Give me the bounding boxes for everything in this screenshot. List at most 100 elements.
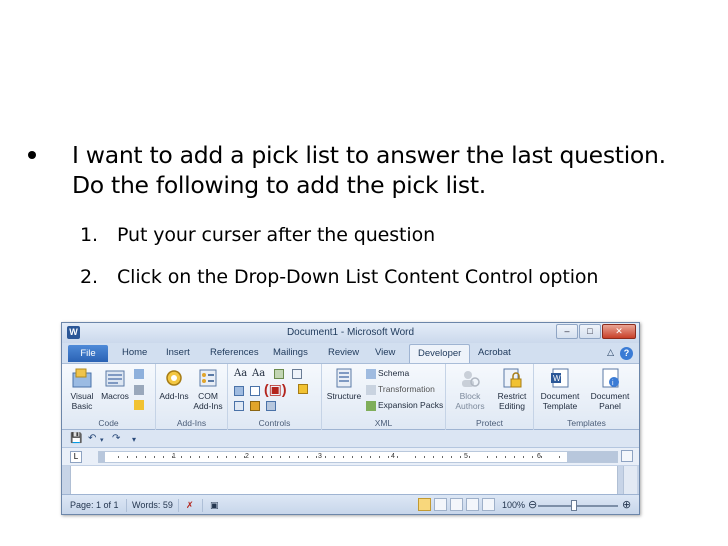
macros-icon (105, 370, 125, 387)
group-controls: Aa Aa (▣) Controls (228, 364, 322, 430)
quick-access-toolbar: 💾 ↶ ▾ ↷ ▾ (62, 430, 639, 448)
document-template-button[interactable]: W Document Template (536, 367, 584, 411)
help-icon[interactable]: ? (620, 347, 633, 360)
ruler-left-margin (99, 452, 105, 462)
tab-acrobat[interactable]: Acrobat (478, 347, 511, 358)
tab-view[interactable]: View (375, 347, 395, 358)
step-text: Click on the Drop-Down List Content Cont… (117, 266, 599, 288)
web-layout-icon[interactable] (450, 498, 463, 511)
tab-developer[interactable]: Developer (409, 344, 471, 363)
ruler-tick (496, 456, 497, 458)
zoom-out-icon[interactable]: ⊖ (528, 498, 537, 511)
group-label-protect: Protect (476, 418, 503, 428)
vertical-scrollbar[interactable] (623, 466, 637, 494)
minimize-button[interactable]: – (556, 324, 578, 339)
ruler-tick (442, 456, 443, 458)
ruler-tick (145, 456, 146, 458)
print-layout-view-icon[interactable] (418, 498, 431, 511)
design-mode-icon[interactable] (292, 368, 304, 379)
zoom-slider-thumb[interactable] (571, 500, 577, 511)
check-box-control-icon[interactable] (250, 385, 262, 396)
group-label-templates: Templates (567, 418, 606, 428)
ruler-tick (307, 456, 308, 458)
ruler-tick (541, 456, 542, 458)
document-panel-button[interactable]: i Document Panel (586, 367, 634, 411)
draft-view-icon[interactable] (482, 498, 495, 511)
ruler-tick (397, 456, 398, 458)
structure-icon (336, 368, 352, 388)
expansion-packs-button[interactable]: Expansion Packs (366, 400, 443, 411)
tab-selector-icon[interactable]: L (70, 451, 82, 463)
picture-control-icon[interactable] (274, 368, 286, 379)
undo-icon[interactable]: ↶ (88, 433, 96, 444)
macro-security-icon[interactable] (134, 399, 146, 410)
visual-basic-button[interactable]: Visual Basic (66, 367, 98, 411)
restrict-editing-button[interactable]: Restrict Editing (492, 367, 532, 411)
drop-down-list-content-control-icon[interactable]: (▣) (264, 381, 287, 398)
structure-button[interactable]: Structure (326, 367, 362, 401)
tab-insert[interactable]: Insert (166, 347, 190, 358)
ruler-tick (127, 456, 128, 458)
ruler-tick (172, 456, 173, 458)
block-authors-icon (462, 371, 480, 387)
tab-file[interactable]: File (68, 345, 108, 362)
ruler-tick (424, 456, 425, 458)
macros-button[interactable]: Macros (100, 367, 130, 401)
group-label-code: Code (98, 418, 119, 428)
com-add-ins-button[interactable]: COM Add-Ins (190, 367, 226, 411)
plain-text-content-control[interactable]: Aa (252, 368, 265, 379)
ruler-tick (154, 456, 155, 458)
block-authors-button[interactable]: Block Authors (450, 367, 490, 411)
document-page[interactable] (70, 466, 618, 494)
group-control-icon[interactable] (266, 400, 278, 411)
ribbon-tab-bar: File Home Insert References Mailings Rev… (62, 343, 639, 363)
customize-qat-icon[interactable]: ▾ (132, 435, 136, 444)
full-screen-reading-icon[interactable] (434, 498, 447, 511)
tab-review[interactable]: Review (328, 347, 359, 358)
ruler-tick (334, 456, 335, 458)
macro-record-icon[interactable]: ▣ (210, 500, 219, 511)
bullet-dot-icon (28, 151, 36, 159)
pause-icon[interactable] (134, 384, 146, 395)
proofing-icon[interactable]: ✗ (186, 500, 194, 511)
transformation-button[interactable]: Transformation (366, 384, 435, 395)
tab-mailings[interactable]: Mailings (273, 347, 308, 358)
undo-dropdown-icon[interactable]: ▾ (100, 436, 104, 444)
record-macro-icon[interactable] (134, 368, 146, 379)
ruler-tick (532, 456, 533, 458)
ruler-tick (289, 456, 290, 458)
tab-home[interactable]: Home (122, 347, 147, 358)
zoom-in-icon[interactable]: ⊕ (622, 498, 631, 511)
view-ruler-icon[interactable] (621, 450, 633, 462)
redo-icon[interactable]: ↷ (112, 433, 120, 444)
maximize-button[interactable]: □ (579, 324, 601, 339)
bullet-text: I want to add a pick list to answer the … (72, 141, 666, 199)
legacy-tools-icon[interactable] (250, 400, 262, 411)
building-block-control-icon[interactable] (234, 385, 246, 396)
schema-button[interactable]: Schema (366, 368, 409, 379)
tab-references[interactable]: References (210, 347, 259, 358)
properties-icon[interactable] (298, 383, 310, 394)
ruler-tick (136, 456, 137, 458)
ruler-number: 4 (391, 453, 395, 460)
ruler-tick (379, 456, 380, 458)
ruler-tick (388, 456, 389, 458)
ruler-tick (253, 456, 254, 458)
horizontal-ruler[interactable]: 1 2 3 4 5 6 (98, 451, 618, 463)
save-icon[interactable]: 💾 (70, 433, 82, 444)
minimize-ribbon-icon[interactable]: △ (607, 347, 614, 360)
word-count[interactable]: Words: 59 (132, 500, 173, 510)
rich-text-content-control[interactable]: Aa (234, 368, 247, 379)
ruler-tick (415, 456, 416, 458)
transformation-icon (366, 384, 376, 395)
add-ins-button[interactable]: Add-Ins (158, 367, 190, 401)
zoom-level[interactable]: 100% (502, 500, 525, 510)
close-button[interactable]: ✕ (602, 324, 636, 339)
group-label-xml: XML (374, 418, 393, 428)
step-number: 1. (80, 224, 98, 246)
zoom-slider[interactable] (538, 500, 618, 511)
outline-view-icon[interactable] (466, 498, 479, 511)
date-picker-control-icon[interactable] (234, 400, 246, 411)
page-count[interactable]: Page: 1 of 1 (70, 500, 119, 510)
divider (126, 499, 127, 512)
